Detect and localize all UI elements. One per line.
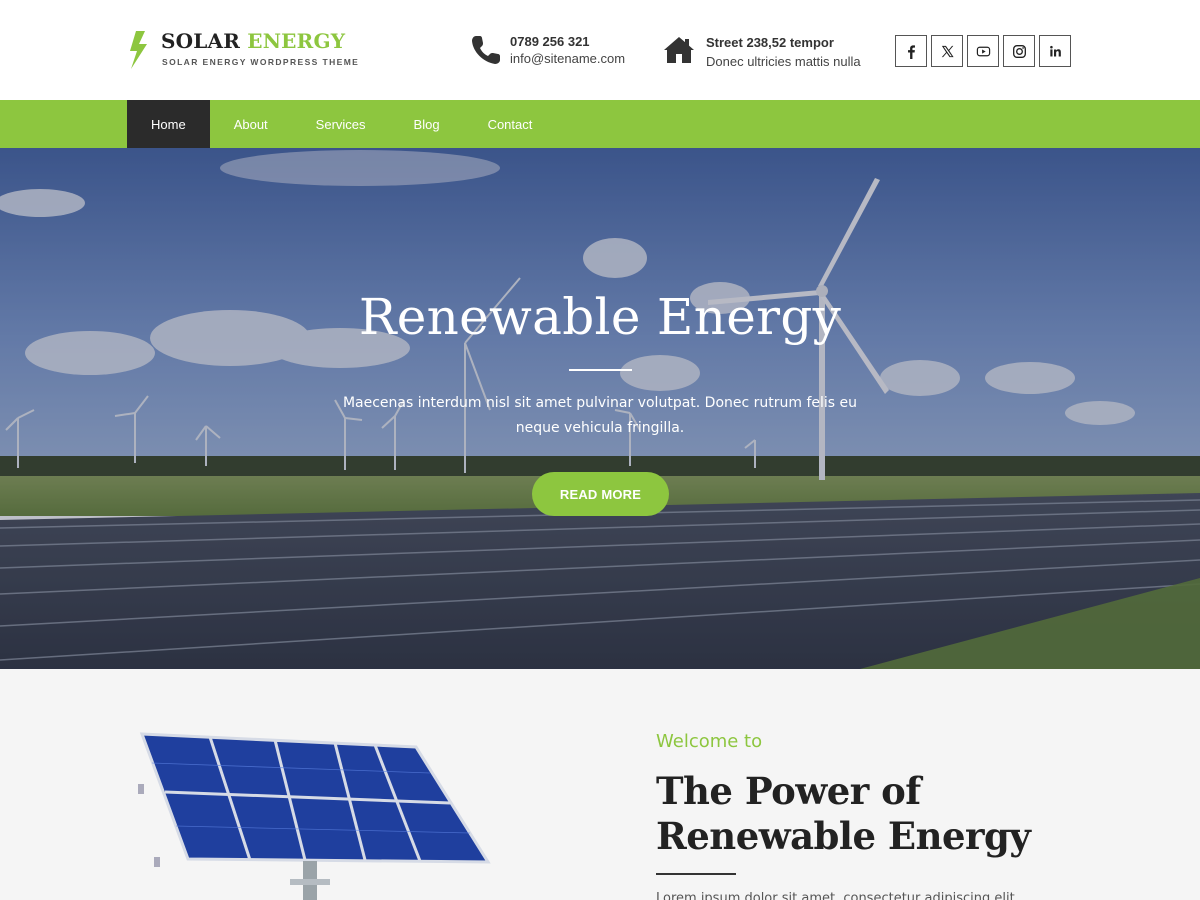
home-icon (664, 37, 694, 63)
address-line-2: Donec ultricies mattis nulla (706, 54, 861, 69)
instagram-icon (1012, 44, 1026, 58)
hero-description: Maecenas interdum nisl sit amet pulvinar… (342, 395, 858, 436)
x-button[interactable] (931, 35, 963, 67)
instagram-button[interactable] (1003, 35, 1035, 67)
solar-panel-image (138, 732, 491, 900)
youtube-button[interactable] (967, 35, 999, 67)
hero-banner: Renewable Energy Maecenas interdum nisl … (0, 148, 1200, 669)
phone-number[interactable]: 0789 256 321 (510, 34, 625, 50)
phone-icon (472, 36, 500, 64)
hero-divider (569, 369, 632, 371)
facebook-icon (907, 44, 915, 59)
social-links (895, 35, 1071, 67)
about-body-text: Lorem ipsum dolor sit amet, consectetur … (656, 891, 1019, 900)
linkedin-icon (1049, 45, 1061, 56)
main-navigation: Home About Services Blog Contact (0, 100, 1200, 148)
x-icon (941, 45, 954, 57)
site-title: SOLAR ENERGY (161, 29, 346, 53)
welcome-label: Welcome to (656, 731, 763, 752)
about-title: The Power of Renewable Energy (656, 769, 1031, 858)
nav-item-about[interactable]: About (210, 100, 292, 148)
nav-menu: Home About Services Blog Contact (127, 100, 556, 148)
about-divider (656, 873, 736, 875)
address-line-1: Street 238,52 tempor (706, 35, 834, 50)
site-tagline: SOLAR ENERGY WORDPRESS THEME (162, 57, 360, 67)
nav-item-blog[interactable]: Blog (390, 100, 464, 148)
youtube-icon (976, 46, 990, 56)
linkedin-button[interactable] (1039, 35, 1071, 67)
read-more-button[interactable]: READ MORE (532, 472, 669, 516)
site-header: SOLAR ENERGY SOLAR ENERGY WORDPRESS THEM… (0, 0, 1200, 100)
lightning-bolt-icon (130, 31, 147, 69)
nav-item-services[interactable]: Services (292, 100, 390, 148)
email-address[interactable]: info@sitename.com (510, 50, 625, 68)
about-section: Welcome to The Power of Renewable Energy… (0, 669, 1200, 900)
facebook-button[interactable] (895, 35, 927, 67)
hero-title: Renewable Energy (358, 288, 842, 346)
nav-item-contact[interactable]: Contact (464, 100, 557, 148)
nav-item-home[interactable]: Home (127, 100, 210, 148)
